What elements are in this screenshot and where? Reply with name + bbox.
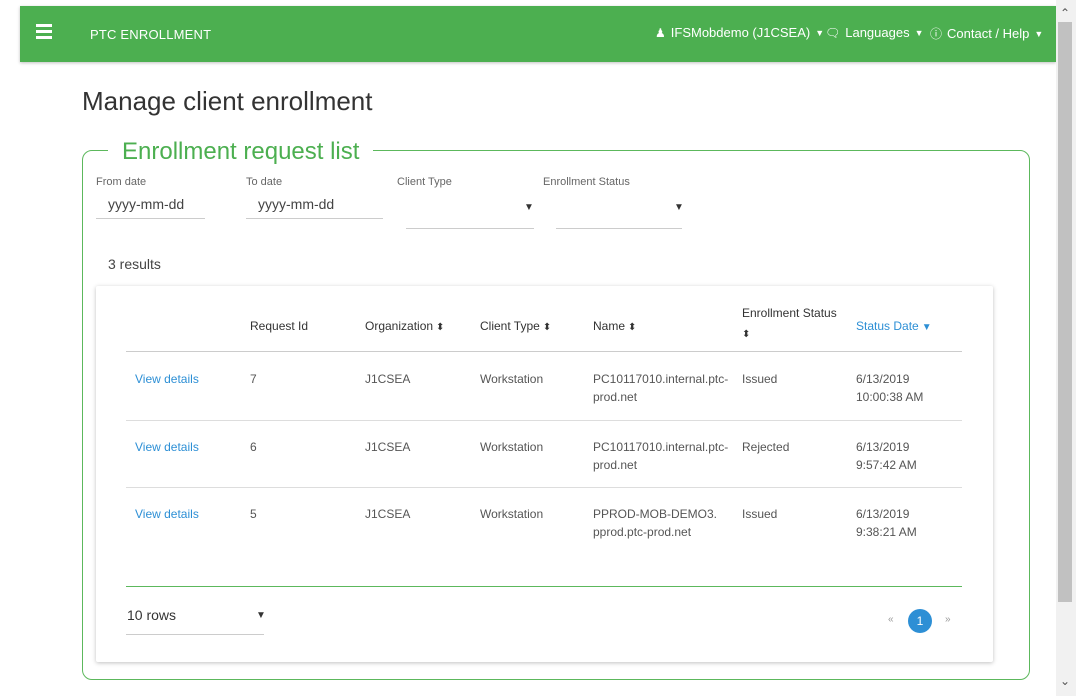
from-date-label: From date xyxy=(96,176,147,188)
client-type-cell: Workstation xyxy=(480,507,544,521)
sort-desc-icon: ▼ xyxy=(921,322,932,333)
fieldset-legend: Enrollment request list xyxy=(108,138,374,166)
sort-icon: ⬍ xyxy=(542,322,552,333)
from-date-input[interactable]: yyyy-mm-dd xyxy=(108,196,184,212)
help-menu[interactable]: ⓘ Contact / Help ▼ xyxy=(930,25,1043,42)
top-navbar: PTC ENROLLMENT ♟ IFSMobdemo (J1CSEA) ▼ 🗨 La… xyxy=(20,6,1056,62)
sort-icon: ⬍ xyxy=(628,322,637,333)
column-header-label: Organization xyxy=(365,319,434,333)
status-cell: Issued xyxy=(742,507,778,521)
client-type-cell: Workstation xyxy=(480,440,544,454)
status-time-cell: 10:00:38 AM xyxy=(856,390,924,404)
column-header-organization[interactable]: Organization ⬍ xyxy=(365,319,444,333)
app-title[interactable]: PTC ENROLLMENT xyxy=(90,27,211,42)
client-type-label: Client Type xyxy=(397,176,452,188)
sort-icon: ⬍ xyxy=(742,329,751,340)
request-id-cell: 7 xyxy=(250,372,257,386)
client-type-select[interactable]: ▼ xyxy=(406,192,534,228)
table-footer-divider xyxy=(126,586,962,587)
caret-down-icon: ▼ xyxy=(815,28,825,38)
enrollment-status-underline xyxy=(556,228,682,229)
column-header-label: Name xyxy=(593,319,626,333)
status-date-cell: 6/13/2019 xyxy=(856,440,910,454)
organization-cell: J1CSEA xyxy=(365,440,411,454)
status-date-cell: 6/13/2019 xyxy=(856,507,910,521)
pagination-prev[interactable]: « xyxy=(888,614,894,625)
column-header-label: Enrollment Status xyxy=(742,306,837,320)
languages-menu[interactable]: 🗨 Languages ▼ xyxy=(825,25,924,40)
request-id-cell: 6 xyxy=(250,440,257,454)
user-icon: ♟ xyxy=(655,26,666,40)
sort-icon: ⬍ xyxy=(436,322,445,333)
rows-per-page-underline xyxy=(126,634,264,635)
scroll-down-icon[interactable]: ⌄ xyxy=(1060,674,1070,688)
pagination-next[interactable]: » xyxy=(945,614,951,625)
column-header-status-date[interactable]: Status Date ▼ xyxy=(856,319,932,333)
scroll-up-icon[interactable]: ⌃ xyxy=(1060,6,1070,20)
view-details-link[interactable]: View details xyxy=(135,505,199,523)
column-header-request-id: Request Id xyxy=(250,319,308,333)
column-header-label: Client Type xyxy=(480,319,540,333)
column-header-enrollment-status[interactable]: Enrollment Status ⬍ xyxy=(742,303,842,345)
table-row: View details 6 J1CSEA Workstation PC1011… xyxy=(126,421,962,487)
rows-per-page-select[interactable]: 10 rows xyxy=(127,607,176,623)
client-type-cell: Workstation xyxy=(480,372,544,386)
scrollbar-thumb[interactable] xyxy=(1058,22,1072,602)
table-row: View details 7 J1CSEA Workstation PC1011… xyxy=(126,352,962,419)
status-time-cell: 9:57:42 AM xyxy=(856,458,917,472)
view-details-link[interactable]: View details xyxy=(135,370,199,388)
column-header-client-type[interactable]: Client Type ⬍ xyxy=(480,319,551,333)
enrollment-status-select[interactable]: ▼ xyxy=(556,192,684,228)
pagination-page-1[interactable]: 1 xyxy=(908,609,932,633)
page-title: Manage client enrollment xyxy=(82,86,373,116)
status-cell: Issued xyxy=(742,372,778,386)
languages-menu-label: Languages xyxy=(845,25,910,40)
organization-cell: J1CSEA xyxy=(365,372,411,386)
results-count: 3 results xyxy=(108,256,161,272)
status-date-cell: 6/13/2019 xyxy=(856,372,910,386)
caret-down-icon[interactable]: ▼ xyxy=(256,610,266,621)
column-header-label: Status Date xyxy=(856,319,919,333)
name-cell: PC10117010.internal.ptc-prod.net xyxy=(593,372,729,404)
organization-cell: J1CSEA xyxy=(365,507,411,521)
help-circle-icon: ⓘ xyxy=(930,27,943,41)
user-menu[interactable]: ♟ IFSMobdemo (J1CSEA) ▼ xyxy=(655,25,824,40)
client-type-underline xyxy=(406,228,534,229)
column-header-label: Request Id xyxy=(250,319,309,333)
status-cell: Rejected xyxy=(742,440,790,454)
name-cell: PPROD-MOB-DEMO3.pprod.ptc-prod.net xyxy=(593,507,718,539)
caret-down-icon: ▼ xyxy=(1034,29,1044,39)
to-date-label: To date xyxy=(246,176,283,188)
caret-down-icon: ▼ xyxy=(524,202,534,213)
request-id-cell: 5 xyxy=(250,507,257,521)
status-time-cell: 9:38:21 AM xyxy=(856,525,917,539)
hamburger-menu-icon[interactable] xyxy=(36,24,52,40)
view-details-link[interactable]: View details xyxy=(135,438,199,456)
name-cell: PC10117010.internal.ptc-prod.net xyxy=(593,440,729,472)
help-menu-label: Contact / Help xyxy=(947,26,1030,41)
from-date-underline xyxy=(96,218,205,219)
column-header-name[interactable]: Name ⬍ xyxy=(593,319,636,333)
user-menu-label: IFSMobdemo (J1CSEA) xyxy=(670,25,811,40)
enrollment-status-label: Enrollment Status xyxy=(543,176,630,188)
chat-icon: 🗨 xyxy=(825,26,841,40)
caret-down-icon: ▼ xyxy=(674,202,684,213)
table-row: View details 5 J1CSEA Workstation PPROD-… xyxy=(126,488,962,584)
to-date-underline xyxy=(246,218,383,219)
caret-down-icon: ▼ xyxy=(914,28,924,38)
to-date-input[interactable]: yyyy-mm-dd xyxy=(258,196,334,212)
